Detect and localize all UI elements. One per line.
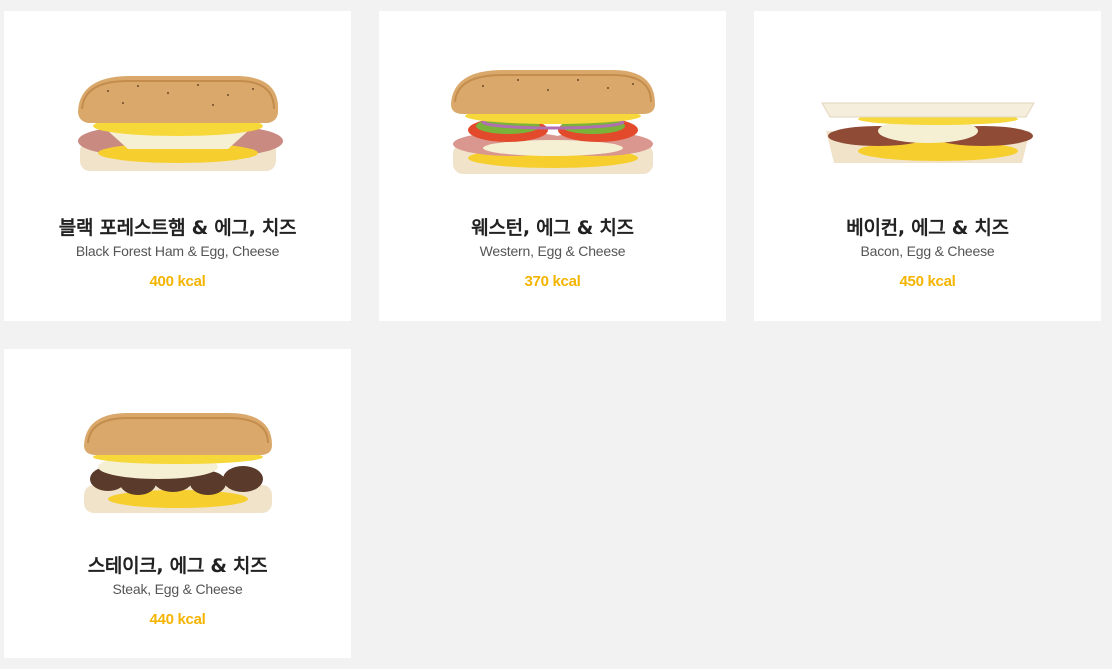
sandwich-image bbox=[754, 61, 1101, 191]
item-name-korean: 블랙 포레스트햄 & 에그, 치즈 bbox=[58, 217, 297, 239]
sandwich-image bbox=[4, 399, 351, 529]
item-name-english: Bacon, Egg & Cheese bbox=[860, 243, 995, 259]
menu-card[interactable]: 웨스턴, 에그 & 치즈 Western, Egg & Cheese 370 k… bbox=[379, 11, 726, 321]
menu-card[interactable]: 베이컨, 에그 & 치즈 Bacon, Egg & Cheese 450 kca… bbox=[754, 11, 1101, 321]
item-calories: 400 kcal bbox=[149, 273, 206, 290]
item-calories: 370 kcal bbox=[524, 273, 581, 290]
item-name-korean: 웨스턴, 에그 & 치즈 bbox=[471, 217, 634, 239]
item-name-english: Western, Egg & Cheese bbox=[479, 243, 626, 259]
item-name-english: Steak, Egg & Cheese bbox=[112, 581, 243, 597]
item-name-english: Black Forest Ham & Egg, Cheese bbox=[75, 243, 280, 259]
sandwich-image bbox=[379, 61, 726, 191]
item-calories: 450 kcal bbox=[899, 273, 956, 290]
item-calories: 440 kcal bbox=[149, 611, 206, 628]
item-name-korean: 스테이크, 에그 & 치즈 bbox=[87, 555, 268, 577]
menu-card[interactable]: 블랙 포레스트햄 & 에그, 치즈 Black Forest Ham & Egg… bbox=[4, 11, 351, 321]
menu-grid: 블랙 포레스트햄 & 에그, 치즈 Black Forest Ham & Egg… bbox=[0, 0, 1112, 669]
item-name-korean: 베이컨, 에그 & 치즈 bbox=[846, 217, 1009, 239]
sandwich-image bbox=[4, 61, 351, 191]
menu-card[interactable]: 스테이크, 에그 & 치즈 Steak, Egg & Cheese 440 kc… bbox=[4, 349, 351, 658]
